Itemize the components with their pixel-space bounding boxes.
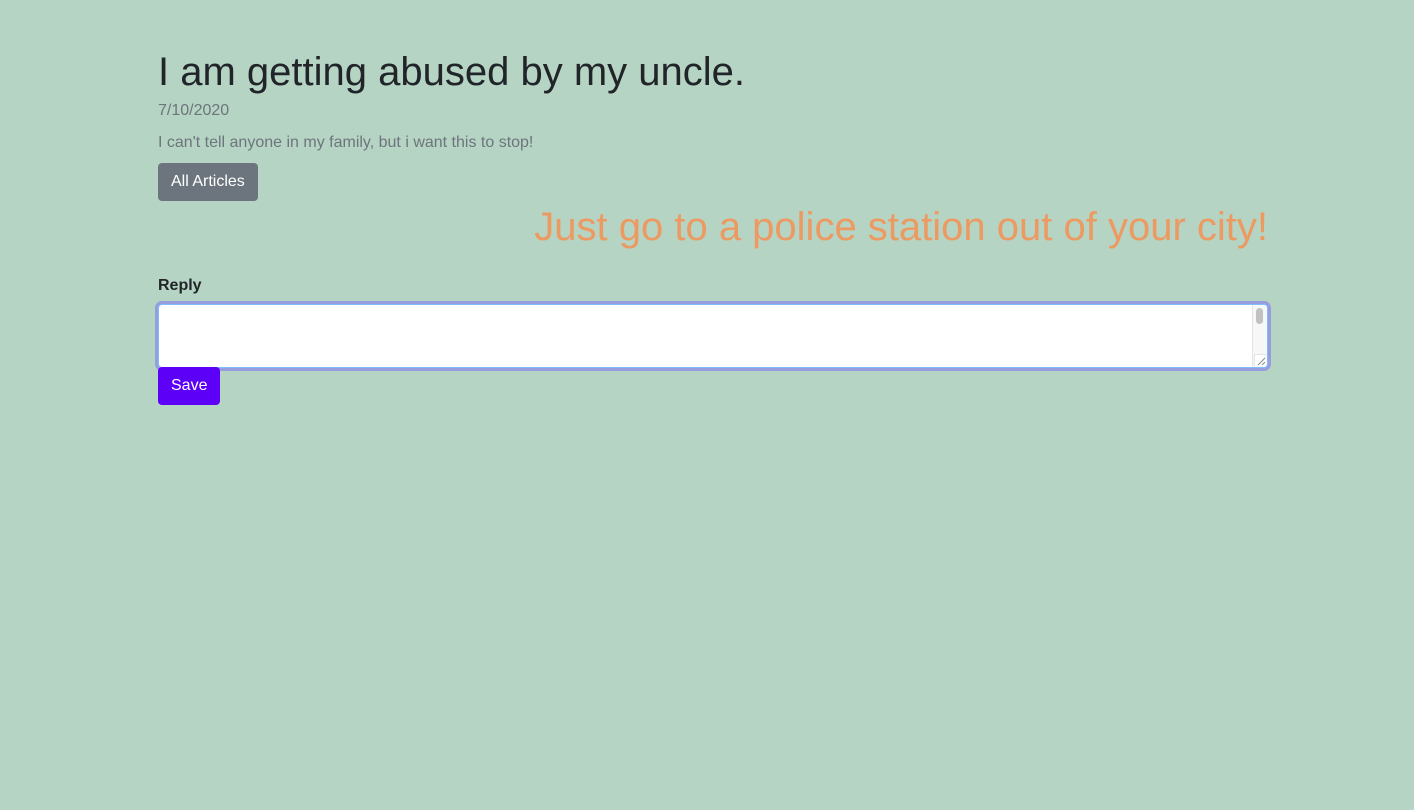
- scrollbar-thumb[interactable]: [1256, 308, 1263, 324]
- resize-handle-icon[interactable]: [1254, 354, 1266, 366]
- reply-textarea[interactable]: [159, 305, 1253, 367]
- article-body: I can't tell anyone in my family, but i …: [158, 134, 534, 151]
- save-button[interactable]: Save: [158, 367, 221, 405]
- reply-textarea-wrapper: [158, 304, 1268, 368]
- all-articles-button[interactable]: All Articles: [158, 163, 258, 201]
- article-date: 7/10/2020: [158, 102, 230, 119]
- article-title: I am getting abused by my uncle.: [158, 50, 745, 94]
- reply-label: Reply: [158, 277, 202, 294]
- reply-text: Just go to a police station out of your …: [534, 205, 1268, 249]
